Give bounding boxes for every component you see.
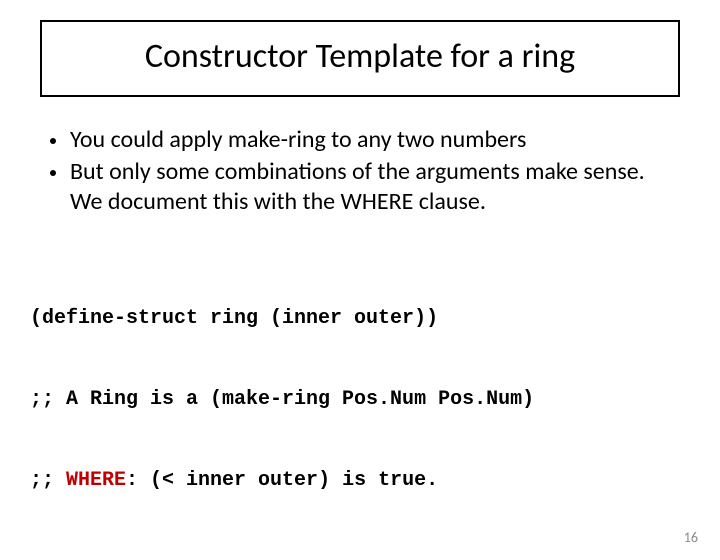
- bullet-item: But only some combinations of the argume…: [50, 157, 670, 217]
- slide-title: Constructor Template for a ring: [52, 36, 668, 77]
- bullet-list: You could apply make-ring to any two num…: [50, 125, 670, 217]
- bullet-text: You could apply make-ring to any two num…: [70, 125, 526, 155]
- bullet-dot-icon: [50, 138, 56, 144]
- bullet-dot-icon: [50, 170, 56, 176]
- code-block: (define-struct ring (inner outer)) ;; A …: [30, 251, 690, 521]
- code-rest: : (< inner outer) is true.: [126, 469, 438, 492]
- title-box: Constructor Template for a ring: [40, 20, 680, 97]
- where-keyword: WHERE: [66, 469, 126, 492]
- page-number: 16: [684, 529, 698, 546]
- bullet-text: But only some combinations of the argume…: [70, 157, 670, 217]
- code-prefix: ;;: [30, 469, 66, 492]
- code-line: ;; WHERE: (< inner outer) is true.: [30, 467, 690, 494]
- bullet-item: You could apply make-ring to any two num…: [50, 125, 670, 155]
- code-line: (define-struct ring (inner outer)): [30, 305, 690, 332]
- code-line: ;; A Ring is a (make-ring Pos.Num Pos.Nu…: [30, 386, 690, 413]
